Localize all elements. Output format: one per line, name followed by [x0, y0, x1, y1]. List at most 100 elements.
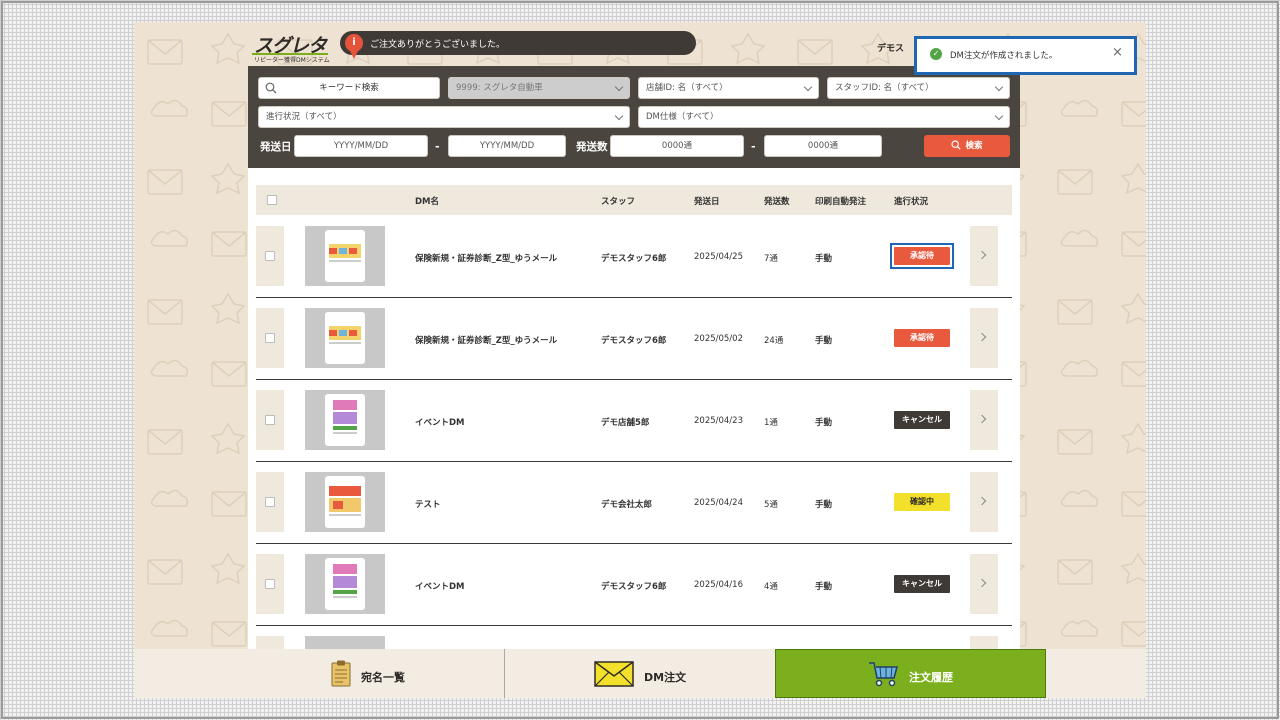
dm-spec-select[interactable]: DM仕様（すべて）: [638, 106, 1010, 128]
clipboard-icon: [331, 660, 351, 687]
chevron-right-icon: [977, 250, 987, 260]
logo-tagline: リピーター獲得DMシステム: [254, 57, 330, 64]
nav-address-list-label: 宛名一覧: [361, 671, 405, 684]
column-header-auto-print[interactable]: 印刷自動発注: [815, 195, 866, 207]
search-button-label: 検索: [965, 141, 983, 151]
dm-thumbnail[interactable]: [305, 308, 385, 368]
row-detail-button[interactable]: [970, 472, 998, 532]
row-auto-print: 手動: [815, 418, 833, 428]
row-checkbox[interactable]: [265, 333, 275, 343]
chevron-down-icon: [994, 82, 1004, 92]
row-send-date: 2025/04/16: [694, 580, 743, 590]
send-count-to-input[interactable]: 0000通: [764, 135, 882, 157]
user-name[interactable]: デモス: [877, 41, 904, 54]
row-checkbox[interactable]: [265, 497, 275, 507]
row-dm-name: 保険新規・証券診断_Z型_ゆうメール: [415, 254, 558, 264]
row-staff: デモスタッフ6郎: [601, 336, 667, 346]
table-row[interactable]: イベントDM デモスタッフ6郎 2025/04/16 4通 手動 キャンセル: [256, 544, 1012, 626]
status-select[interactable]: 進行状況（すべて）: [258, 106, 630, 128]
row-checkbox[interactable]: [265, 251, 275, 261]
row-dm-name: テスト: [415, 500, 441, 510]
row-send-date: 2025/05/02: [694, 334, 743, 344]
select-all-checkbox[interactable]: [267, 195, 277, 205]
table-row[interactable]: 保険新規・証券診断_Z型_ゆうメール デモスタッフ6郎 2025/05/02 2…: [256, 298, 1012, 380]
notice-text: ご注文ありがとうございました。: [370, 40, 506, 50]
row-staff: デモ店舗5郎: [601, 418, 650, 428]
table-row[interactable]: 保険新規・証券診断_Z型_ゆうメール デモスタッフ6郎 2025/04/25 7…: [256, 216, 1012, 298]
dm-thumbnail[interactable]: [305, 554, 385, 614]
close-icon[interactable]: ×: [1112, 45, 1123, 60]
row-checkbox-cell: [256, 554, 284, 614]
check-circle-icon: ✓: [930, 48, 942, 60]
row-count: 5通: [764, 500, 778, 510]
row-dm-name: 保険新規・証券診断_Z型_ゆうメール: [415, 336, 558, 346]
row-dm-name: イベントDM: [415, 418, 465, 428]
status-badge: キャンセル: [894, 575, 950, 593]
nav-order-history-label: 注文履歴: [909, 671, 953, 684]
company-select-value: 9999: スグレタ自動車: [456, 83, 543, 93]
status-badge: キャンセル: [894, 411, 950, 429]
send-date-to-input[interactable]: YYYY/MM/DD: [448, 135, 566, 157]
column-header-status[interactable]: 進行状況: [894, 195, 928, 207]
row-checkbox-cell: [256, 226, 284, 286]
row-count: 4通: [764, 582, 778, 592]
staff-select-value: スタッフID: 名（すべて）: [835, 83, 934, 93]
keyword-search-input[interactable]: キーワード検索: [258, 77, 440, 99]
dm-thumbnail[interactable]: [305, 390, 385, 450]
app-logo[interactable]: スグレタ リピーター獲得DMシステム: [252, 32, 332, 64]
send-count-from-input[interactable]: 0000通: [610, 135, 744, 157]
row-checkbox[interactable]: [265, 579, 275, 589]
company-select: 9999: スグレタ自動車: [448, 77, 630, 99]
send-count-label: 発送数: [576, 141, 608, 153]
row-checkbox[interactable]: [265, 415, 275, 425]
row-detail-button[interactable]: [970, 226, 998, 286]
date-range-separator: -: [435, 140, 440, 153]
chevron-right-icon: [977, 414, 987, 424]
filter-panel: キーワード検索 9999: スグレタ自動車 店舗ID: 名（すべて） スタッフI…: [248, 66, 1020, 168]
send-date-from-input[interactable]: YYYY/MM/DD: [294, 135, 428, 157]
staff-select[interactable]: スタッフID: 名（すべて）: [827, 77, 1010, 99]
row-auto-print: 手動: [815, 336, 833, 346]
row-detail-button[interactable]: [970, 308, 998, 368]
keyword-search-label: キーワード検索: [319, 83, 379, 93]
order-thanks-notice: i ご注文ありがとうございました。: [340, 31, 696, 59]
dm-preview-image: [325, 230, 365, 282]
row-checkbox-cell: [256, 390, 284, 450]
row-send-date: 2025/04/25: [694, 252, 743, 262]
table-row[interactable]: テスト デモ会社太郎 2025/04/24 5通 手動 確認中: [256, 462, 1012, 544]
nav-address-list[interactable]: 宛名一覧: [134, 649, 504, 698]
row-send-date: 2025/04/23: [694, 416, 743, 426]
row-count: 24通: [764, 336, 784, 346]
dm-spec-select-value: DM仕様（すべて）: [646, 112, 719, 122]
cart-icon: [869, 662, 898, 687]
row-detail-button[interactable]: [970, 390, 998, 450]
row-checkbox-cell: [256, 472, 284, 532]
column-header-count[interactable]: 発送数: [764, 195, 790, 207]
status-badge: 確認中: [894, 493, 950, 511]
send-date-label: 発送日: [260, 141, 292, 153]
status-badge: 承認待: [894, 329, 950, 347]
dm-thumbnail[interactable]: [305, 472, 385, 532]
dm-thumbnail[interactable]: [305, 226, 385, 286]
store-select-value: 店舗ID: 名（すべて）: [646, 83, 728, 93]
chevron-right-icon: [977, 578, 987, 588]
dm-preview-image: [325, 476, 365, 528]
store-select[interactable]: 店舗ID: 名（すべて）: [638, 77, 819, 99]
table-header: DM名 スタッフ 発送日 発送数 印刷自動発注 進行状況: [256, 185, 1012, 215]
success-toast: ✓ DM注文が作成されました。 ×: [914, 36, 1137, 75]
nav-dm-order-label: DM注文: [644, 671, 687, 684]
row-count: 7通: [764, 254, 778, 264]
search-button[interactable]: 検索: [924, 135, 1010, 157]
column-header-staff[interactable]: スタッフ: [601, 195, 635, 207]
chevron-down-icon: [614, 111, 624, 121]
nav-order-history[interactable]: 注文履歴: [775, 649, 1046, 698]
notice-pin-tail: [350, 51, 358, 59]
toast-message: DM注文が作成されました。: [950, 51, 1058, 61]
row-detail-button[interactable]: [970, 554, 998, 614]
table-row[interactable]: イベントDM デモ店舗5郎 2025/04/23 1通 手動 キャンセル: [256, 380, 1012, 462]
nav-dm-order[interactable]: DM注文: [505, 649, 774, 698]
dm-preview-image: [325, 312, 365, 364]
column-header-dm-name[interactable]: DM名: [415, 195, 439, 207]
row-staff: デモスタッフ6郎: [601, 582, 667, 592]
column-header-send-date[interactable]: 発送日: [694, 195, 720, 207]
